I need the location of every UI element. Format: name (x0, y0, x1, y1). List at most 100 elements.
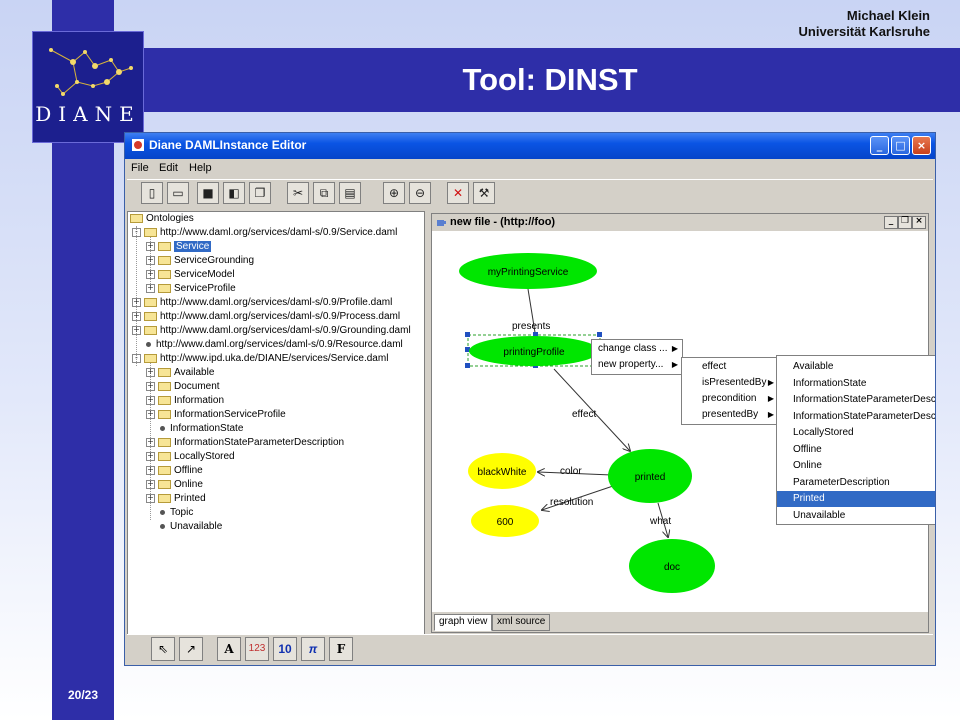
expand-toggle-icon[interactable]: + (146, 395, 155, 405)
delete-icon[interactable]: ✕ (447, 182, 469, 204)
format-tool-button[interactable]: F (329, 637, 353, 661)
tree-item[interactable]: + Document (146, 380, 220, 394)
tree-item-label: http://www.ipd.uka.de/DIANE/services/Ser… (160, 353, 389, 364)
save-as-icon[interactable]: ◧ (223, 182, 245, 204)
class-menu-item[interactable]: Available (777, 359, 935, 375)
graph-frame-titlebar[interactable]: new file - (http://foo) _ ❐ × (432, 214, 928, 231)
maximize-button[interactable]: □ (891, 136, 910, 155)
pointer-tool-icon[interactable]: ⇖ (151, 637, 175, 661)
expand-toggle-icon[interactable]: + (146, 409, 155, 419)
menu-item-change-class[interactable]: change class ... ▶ (592, 341, 682, 357)
leaf-icon (160, 509, 165, 515)
paste-icon[interactable]: ▤ (339, 182, 361, 204)
copy-icon[interactable]: ⧉ (313, 182, 335, 204)
author-affiliation: Universität Karlsruhe (798, 24, 931, 39)
tree-item[interactable]: + Online (146, 478, 203, 492)
expand-toggle-icon[interactable]: + (146, 367, 155, 377)
class-menu-item[interactable]: InformationStateParameterDescrip (777, 409, 935, 425)
expand-toggle-icon[interactable]: + (146, 451, 155, 461)
expand-toggle-icon[interactable]: + (132, 325, 141, 335)
expand-toggle-icon[interactable]: + (132, 297, 141, 307)
frame-minimize-button[interactable]: _ (884, 216, 898, 229)
menu-item-effect[interactable]: effect (682, 359, 778, 375)
new-file-icon[interactable]: ▯ (141, 182, 163, 204)
tree-item[interactable]: + http://www.daml.org/services/daml-s/0.9… (132, 310, 400, 324)
menu-item-new-property[interactable]: new property... ▶ (592, 357, 682, 373)
menu-help[interactable]: Help (189, 162, 212, 174)
expand-toggle-icon[interactable]: + (146, 479, 155, 489)
tab-xml-source[interactable]: xml source (492, 614, 551, 631)
zoom-out-icon[interactable]: ⊖ (409, 182, 431, 204)
tree-item[interactable]: InformationState (146, 422, 243, 436)
tree-item[interactable]: + Offline (146, 464, 203, 478)
class-menu-item[interactable]: Online (777, 458, 935, 474)
frame-close-button[interactable]: × (912, 216, 926, 229)
save-all-icon[interactable]: ❐ (249, 182, 271, 204)
tree-item[interactable]: + ServiceProfile (146, 282, 236, 296)
class-menu-item[interactable]: InformationStateParameterDescrip (777, 392, 935, 408)
number-tool-button[interactable]: 123 (245, 637, 269, 661)
integer-tool-button[interactable]: 10 (273, 637, 297, 661)
open-folder-icon[interactable]: ▭ (167, 182, 189, 204)
tree-item[interactable]: + Available (146, 366, 214, 380)
expand-toggle-icon[interactable]: + (146, 493, 155, 503)
class-menu-item[interactable]: LocallyStored (777, 425, 935, 441)
expand-toggle-icon[interactable]: + (146, 241, 155, 251)
class-menu-item[interactable]: InformationState (777, 376, 935, 392)
tree-item[interactable]: Topic (146, 506, 193, 520)
text-tool-button[interactable]: A (217, 637, 241, 661)
window-title: Diane DAMLInstance Editor (149, 138, 307, 152)
tree-item[interactable]: + http://www.daml.org/services/daml-s/0.9… (132, 296, 392, 310)
menu-edit[interactable]: Edit (159, 162, 178, 174)
expand-toggle-icon[interactable]: + (146, 283, 155, 293)
menu-item-presentedby[interactable]: presentedBy ▶ (682, 407, 778, 423)
tree-item[interactable]: + Service (146, 240, 212, 254)
edge-label: what (649, 516, 671, 527)
close-button[interactable]: × (912, 136, 931, 155)
expand-toggle-icon[interactable]: + (146, 381, 155, 391)
save-icon[interactable]: ■ (197, 182, 219, 204)
menu-item-precondition[interactable]: precondition ▶ (682, 391, 778, 407)
tree-item[interactable]: - http://www.daml.org/services/daml-s/0.9… (132, 226, 397, 240)
cut-icon[interactable]: ✂ (287, 182, 309, 204)
frame-restore-button[interactable]: ❐ (898, 216, 912, 229)
tree-item[interactable]: + ServiceModel (146, 268, 235, 282)
expand-toggle-icon[interactable]: + (146, 269, 155, 279)
class-menu-item[interactable]: Offline (777, 442, 935, 458)
tree-item[interactable]: Unavailable (146, 520, 222, 534)
tools-icon[interactable]: ⚒ (473, 182, 495, 204)
toolbar: ▯ ▭ ■ ◧ ❐ ✂ ⧉ ▤ ⊕ ⊖ ✕ ⚒ (127, 179, 933, 210)
tree-item[interactable]: + InformationStateParameterDescription (146, 436, 344, 450)
tree-item[interactable]: + Printed (146, 492, 206, 506)
tab-graph-view[interactable]: graph view (434, 614, 493, 631)
menu-file[interactable]: File (131, 162, 149, 174)
zoom-in-icon[interactable]: ⊕ (383, 182, 405, 204)
expand-toggle-icon[interactable]: - (132, 353, 141, 363)
tree-item[interactable]: + Information (146, 394, 224, 408)
class-menu-item[interactable]: Unavailable (777, 508, 935, 524)
class-menu-item[interactable]: ParameterDescription (777, 475, 935, 491)
expand-toggle-icon[interactable]: + (146, 437, 155, 447)
tree-item-label: InformationState (170, 423, 244, 434)
tree-item[interactable]: + http://www.daml.org/services/daml-s/0.9… (132, 324, 411, 338)
minimize-button[interactable]: _ (870, 136, 889, 155)
expand-toggle-icon[interactable]: + (146, 255, 155, 265)
menu-item-ispresentedby[interactable]: isPresentedBy ▶ (682, 375, 778, 391)
expand-toggle-icon[interactable]: + (146, 465, 155, 475)
node-label: blackWhite (478, 467, 527, 478)
tree-item[interactable]: + LocallyStored (146, 450, 235, 464)
tree-item[interactable]: + InformationServiceProfile (146, 408, 286, 422)
tree-item[interactable]: - http://www.ipd.uka.de/DIANE/services/Se… (132, 352, 388, 366)
arrow-tool-icon[interactable]: ↗ (179, 637, 203, 661)
tree-item[interactable]: + ServiceGrounding (146, 254, 254, 268)
folder-icon (158, 479, 171, 489)
expand-toggle-icon[interactable]: - (132, 227, 141, 237)
window-titlebar[interactable]: Diane DAMLInstance Editor _ □ × (125, 133, 935, 159)
tree-item-label: LocallyStored (174, 451, 235, 462)
tree-root[interactable]: Ontologies (130, 212, 194, 226)
class-menu-item[interactable]: Printed (777, 491, 935, 507)
folder-icon (144, 297, 157, 307)
expand-toggle-icon[interactable]: + (132, 311, 141, 321)
pi-tool-button[interactable]: π (301, 637, 325, 661)
tree-item[interactable]: http://www.daml.org/services/daml-s/0.9/… (132, 338, 403, 352)
